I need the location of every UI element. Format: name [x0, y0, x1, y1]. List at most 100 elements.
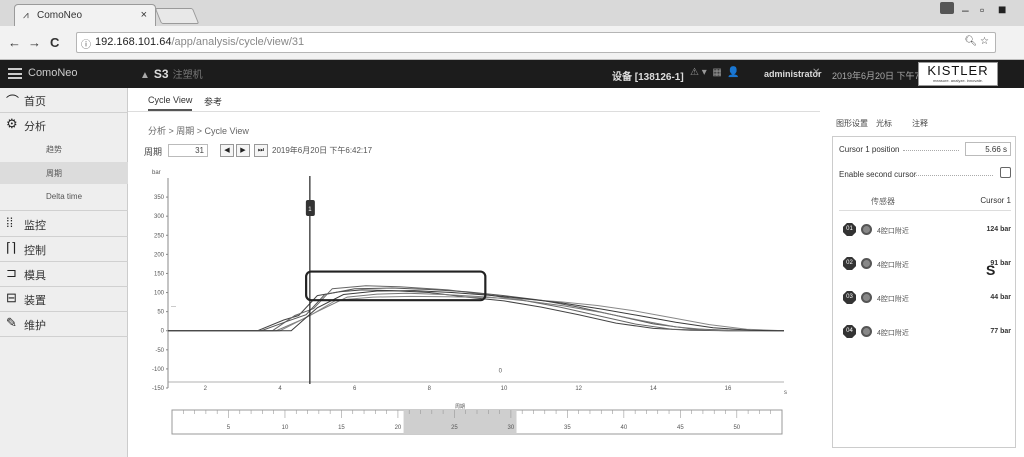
profile-icon[interactable]: [940, 2, 954, 14]
cycle-timestamp: 2019年6月20日 下午6:42:17: [272, 146, 373, 155]
sensor-name: 4腔口附近: [877, 330, 909, 337]
back-icon[interactable]: ←: [8, 35, 21, 50]
sidebar-divider: [0, 210, 128, 211]
kistler-logo: KISTLER measure. analyze. innovate.: [918, 62, 998, 86]
sidebar-item-monitor[interactable]: ⁞⁞ 监控: [0, 212, 128, 236]
sidebar-subitem-trend[interactable]: 趋势: [0, 138, 128, 160]
sidebar-item-label: 分析: [24, 121, 46, 133]
control-icon: ⌈⌉: [6, 240, 17, 255]
url-path: /app/analysis/cycle/view/31: [171, 36, 305, 48]
zoom-bookmark-icons[interactable]: 🔍︎ ☆: [965, 36, 989, 47]
tab-cycle-view[interactable]: Cycle View: [148, 95, 193, 111]
sidebar-item-label: 模具: [24, 270, 46, 282]
cycle-label: 周期: [144, 147, 163, 157]
y-tick-label: 300: [154, 214, 165, 220]
side-s-icon[interactable]: S: [986, 262, 995, 278]
browser-tabbar: ⩘ ComoNeo × – ▫ ■: [0, 0, 1024, 26]
sidebar-subitem-delta-time[interactable]: Delta time: [0, 186, 128, 208]
pressure-curve-line: [168, 295, 785, 332]
url-input[interactable]: ⓘ 192.168.101.64/app/analysis/cycle/view…: [76, 32, 996, 53]
cycle-overview-strip[interactable]: 周期5 10 15 20 25 30 35 40 45 50: [128, 400, 820, 442]
app-title: ComoNeo: [28, 67, 78, 79]
sidebar-item-home[interactable]: ⌒ 首页: [0, 88, 128, 112]
y-tick-label: -100: [152, 367, 165, 373]
sensor-value: 44 bar: [990, 294, 1011, 301]
tab-annotation[interactable]: 注释: [912, 118, 928, 129]
sensor-id-badge: 03: [843, 291, 856, 304]
home-icon: ⌒: [6, 94, 20, 109]
overview-tick-label: 25: [451, 425, 458, 431]
origin-mark: 0: [499, 369, 503, 375]
menu-icon[interactable]: [8, 68, 22, 79]
browser-tab[interactable]: ⩘ ComoNeo ×: [14, 4, 156, 26]
sensor-gear-icon: [861, 326, 872, 337]
sensor-name: 4腔口附近: [877, 228, 909, 235]
y-axis-label: bar: [152, 170, 161, 176]
cursor1-position-input[interactable]: 5.66 s: [965, 142, 1011, 156]
sensor-value: 77 bar: [990, 328, 1011, 335]
tab-close-icon[interactable]: ×: [141, 9, 147, 21]
forward-icon[interactable]: →: [28, 35, 41, 50]
new-tab-button[interactable]: [154, 8, 200, 24]
prev-cycle-button[interactable]: ◀: [220, 144, 234, 157]
cycle-number-input[interactable]: 31: [168, 144, 208, 157]
sidebar-item-maintenance[interactable]: ✎ 维护: [0, 312, 128, 336]
last-cycle-button[interactable]: ⏭: [254, 144, 268, 157]
logo-tagline: measure. analyze. innovate.: [932, 78, 984, 83]
sidebar-item-mold[interactable]: ⊐ 模具: [0, 262, 128, 286]
overview-tick-label: 40: [621, 425, 628, 431]
sensor-value: 124 bar: [986, 226, 1011, 233]
sensor-row[interactable]: 01 4腔口附近 124 bar: [843, 221, 1013, 243]
status-icons[interactable]: ⚠ ▾ ▦ 👤: [690, 67, 740, 78]
pressure-curve-chart[interactable]: bars—-150-100-500501001502002503003502 4 6…: [128, 160, 820, 400]
sidebar: ⌒ 首页 ⚙ 分析 趋势 周期 Delta time ⁞⁞ 监控 ⌈⌉ 控制 ⊐…: [0, 88, 128, 457]
tab-reference[interactable]: 参考: [204, 95, 222, 108]
sidebar-item-device[interactable]: ⊟ 装置: [0, 287, 128, 311]
info-icon: ⓘ: [81, 40, 91, 51]
sidebar-subitem-cycle[interactable]: 周期: [0, 162, 128, 184]
reload-icon[interactable]: C: [50, 35, 59, 50]
y-tick-label: -50: [155, 348, 164, 354]
overview-tick-label: 45: [677, 425, 684, 431]
close-window-icon[interactable]: ■: [998, 1, 1006, 17]
kistler-favicon-icon: ⩘: [23, 10, 29, 21]
tab-title: ComoNeo: [37, 10, 83, 21]
sidebar-item-label: 控制: [24, 245, 46, 257]
x-tick-label: 10: [501, 386, 508, 392]
maximize-icon[interactable]: ▫: [980, 3, 984, 17]
overview-tick-label: 20: [395, 425, 402, 431]
sensor-id-badge: 02: [843, 257, 856, 270]
tab-graph-settings[interactable]: 图形设置: [836, 118, 868, 129]
sensor-gear-icon: [861, 258, 872, 269]
sensor-table-header: 传感器 Cursor 1: [839, 193, 1011, 211]
machine-name[interactable]: ▲ S3 注塑机: [140, 66, 203, 81]
sensor-id-badge: 01: [843, 223, 856, 236]
overview-tick-label: 35: [564, 425, 571, 431]
minimize-icon[interactable]: –: [962, 3, 969, 17]
sensor-column-header: 传感器: [871, 197, 895, 206]
overview-tick-label: 10: [282, 425, 289, 431]
sensor-name: 4腔口附近: [877, 296, 909, 303]
cursor-column-header: Cursor 1: [980, 196, 1011, 205]
sidebar-item-analysis[interactable]: ⚙ 分析: [0, 113, 128, 137]
sensor-row[interactable]: 03 4腔口附近 44 bar: [843, 289, 1013, 311]
y-tick-label: 150: [154, 271, 165, 277]
overview-tick-label: 15: [338, 425, 345, 431]
cursor1-position-row: Cursor 1 position 5.66 s: [839, 142, 1011, 156]
logout-icon[interactable]: ✕: [812, 67, 820, 78]
x-tick-label: 4: [278, 386, 282, 392]
device-label[interactable]: 设备 [138126-1]: [612, 68, 684, 83]
monitor-icon: ⁞⁞: [6, 215, 14, 230]
sidebar-item-control[interactable]: ⌈⌉ 控制: [0, 237, 128, 261]
sensor-row[interactable]: 04 4腔口附近 77 bar: [843, 323, 1013, 345]
tab-cursor[interactable]: 光标: [876, 118, 892, 129]
analysis-icon: ⚙: [6, 116, 18, 131]
y-tick-label: -150: [152, 386, 165, 392]
x-tick-label: 8: [428, 386, 432, 392]
next-cycle-button[interactable]: ▶: [236, 144, 250, 157]
sensor-gear-icon: [861, 292, 872, 303]
breadcrumb: 分析 > 周期 > Cycle View: [148, 126, 249, 136]
y-tick-label: 250: [154, 233, 165, 239]
sensor-id-badge: 04: [843, 325, 856, 338]
second-cursor-checkbox[interactable]: [1000, 167, 1011, 178]
